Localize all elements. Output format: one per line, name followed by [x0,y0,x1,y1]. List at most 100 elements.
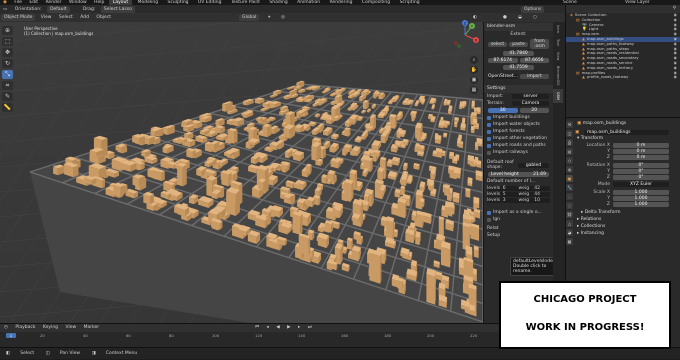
rotation-x-field[interactable]: 0° [613,163,669,168]
checkbox-import-vegetation[interactable]: Import other vegetation [484,135,553,142]
view-menu[interactable]: View [38,13,55,22]
checkbox-import-railways[interactable]: Import railways [484,149,553,156]
location-z-field[interactable]: 0 m [613,155,669,160]
scale-icon[interactable]: ⤡ [2,70,13,79]
play-icon[interactable]: ▶ [287,325,290,330]
checkbox-import-buildings[interactable]: Import buildings [484,114,553,121]
levels-button-20[interactable]: 20 [520,108,550,113]
extent-left-field[interactable]: 87.6174 [488,58,518,63]
select-box-icon[interactable]: ⬚ [2,37,13,46]
level-height-field[interactable]: Level height 21.69 [488,172,549,177]
collections-section[interactable]: ▸ Collections [575,224,679,230]
grid-icon[interactable]: ▦ [470,86,478,94]
zoom-icon[interactable]: ⌕ [470,56,478,64]
levels-weight-list[interactable]: levels6 weig42 levels5 weig44 levels3 we… [484,185,553,204]
settings-panel-header[interactable]: Settings [484,85,553,93]
view-menu-timeline[interactable]: View [65,325,76,330]
particles-icon[interactable]: ∴ [566,193,573,200]
checkbox-ignore[interactable]: Ign [484,216,553,223]
terrain-dropdown[interactable]: Camera [512,101,549,106]
instancing-section[interactable]: ▸ Instancing [575,231,679,237]
checkbox-icon[interactable] [487,218,491,222]
material-properties-icon[interactable]: ◕ [566,229,573,236]
visibility-eye-icon[interactable]: ◉ [674,75,677,80]
options-dropdown[interactable]: Options [521,6,544,13]
levels-button-30[interactable]: 30 [488,108,518,113]
list-item[interactable]: levels6 weig42 [487,186,550,191]
mode-dropdown[interactable]: Object Mode [1,14,35,21]
move-icon[interactable]: ✥ [2,48,13,57]
rotation-mode-dropdown[interactable]: XYZ Euler [613,182,669,187]
navigation-gizmo[interactable]: X Y Z [450,20,480,50]
texture-properties-icon[interactable]: ▩ [566,238,573,245]
object-name-field[interactable]: map.osm_buildings [584,130,669,135]
blender-osm-panel-header[interactable]: blender-osm [484,23,553,31]
location-x-field[interactable]: 0 m [613,143,669,148]
render-properties-icon[interactable]: ◫ [566,130,573,137]
3d-viewport[interactable] [0,22,483,323]
extent-bottom-field[interactable]: 41.7559 [503,65,534,70]
select-menu[interactable]: Select [56,13,76,22]
checkbox-icon[interactable] [487,211,491,215]
snap-icon[interactable]: ⌖ [265,13,274,22]
import-source-dropdown[interactable]: server [512,94,549,99]
output-properties-icon[interactable]: ⎙ [566,139,573,146]
current-frame-indicator[interactable]: 1 [6,333,16,338]
tab-view[interactable]: View [553,49,563,63]
rotate-icon[interactable]: ↻ [2,59,13,68]
rotation-y-field[interactable]: 0° [613,169,669,174]
shading-rendered-icon[interactable]: ○ [530,13,540,22]
tab-osm[interactable]: OSM [553,89,563,103]
orientation-dropdown[interactable]: Default [47,6,69,13]
transform-orientation-dropdown[interactable]: Global [239,14,259,21]
proportional-edit-icon[interactable]: ◎ [278,13,288,22]
transform-icon[interactable]: ⌗ [2,81,13,90]
drag-dropdown[interactable]: Select Lasso [101,6,135,13]
next-key-icon[interactable]: ▸ [298,325,300,330]
extent-top-field[interactable]: 41.7840 [503,51,534,56]
annotate-icon[interactable]: ✎ [2,92,13,101]
timeline-ruler[interactable]: 1 20406080100120140160180200220240 [0,332,565,339]
pan-icon[interactable]: ✋ [470,66,478,74]
list-item[interactable]: levels3 weig10 [487,198,550,203]
relations-section[interactable]: ▸ Relations [575,217,679,223]
data-source-dropdown[interactable]: OpenStreet... [488,74,518,79]
checkbox-import-single[interactable]: Import as a single o... [484,209,553,216]
delta-transform-section[interactable]: ▸ Delta Transform [575,210,679,216]
timeline-editor-icon[interactable]: ◷ [4,325,8,330]
camera-icon[interactable]: ▣ [470,76,478,84]
tab-item[interactable]: Item [553,22,563,36]
world-properties-icon[interactable]: ◍ [566,166,573,173]
object-properties-icon[interactable]: ▣ [566,175,573,182]
play-reverse-icon[interactable]: ◀ [276,325,279,330]
checkbox-import-water[interactable]: Import water objects [484,121,553,128]
marker-menu[interactable]: Marker [84,325,100,330]
playback-menu[interactable]: Playback [15,325,35,330]
jump-end-icon[interactable]: ⏭ [308,325,312,330]
checkbox-import-forests[interactable]: Import forests [484,128,553,135]
shading-solid-icon[interactable]: ● [500,13,510,22]
extent-right-field[interactable]: 87.6656 [520,58,550,63]
tab-blendergis[interactable]: BlenderGIS [553,63,563,89]
location-y-field[interactable]: 0 m [613,149,669,154]
view-layer-icon[interactable]: ▤ [566,148,573,155]
scale-y-field[interactable]: 1.000 [613,196,669,201]
select-extent-button[interactable]: select [488,42,507,47]
object-menu[interactable]: Object [93,13,114,22]
keying-menu[interactable]: Keying [43,325,58,330]
checkbox-import-roads[interactable]: Import roads and paths [484,142,553,149]
import-button[interactable]: import [520,74,549,79]
jump-start-icon[interactable]: ⏮ [255,325,259,330]
list-item[interactable]: levels5 weig44 [487,192,550,197]
prev-key-icon[interactable]: ◂ [267,325,269,330]
shading-material-icon[interactable]: ◒ [515,13,525,22]
scale-z-field[interactable]: 1.000 [613,202,669,207]
tab-tool[interactable]: Tool [553,36,563,49]
checkbox-icon[interactable] [487,144,491,148]
rotation-z-field[interactable]: 0° [613,175,669,180]
cursor-icon[interactable]: ⊕ [2,26,13,35]
paste-extent-button[interactable]: paste [509,42,528,47]
outliner-item[interactable]: ▲profile_roads_footway◉ [566,75,680,80]
tool-properties-icon[interactable]: ⚒ [566,121,573,128]
modifier-properties-icon[interactable]: 🔧 [566,184,573,191]
